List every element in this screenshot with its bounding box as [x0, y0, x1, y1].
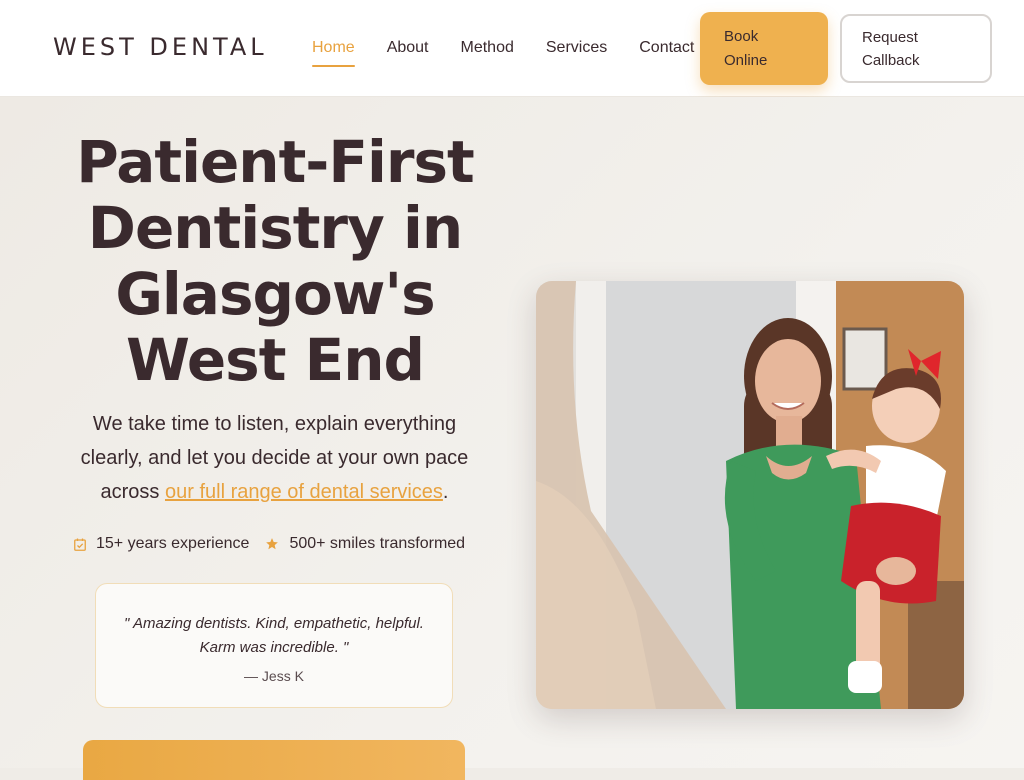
- book-online-button[interactable]: Book Online: [700, 12, 828, 85]
- main-nav: Home About Method Services Contact: [312, 39, 726, 67]
- nav-home[interactable]: Home: [312, 39, 355, 67]
- nav-contact[interactable]: Contact: [639, 39, 694, 67]
- stat-smiles: 500+ smiles transformed: [265, 535, 465, 553]
- hero-title-line: Glasgow's: [115, 260, 435, 328]
- nav-about[interactable]: About: [387, 39, 429, 67]
- hero-title-line: Patient-First: [76, 128, 474, 196]
- site-header: WEST DENTAL Home About Method Services C…: [0, 0, 1024, 97]
- testimonial-card: " Amazing dentists. Kind, empathetic, he…: [95, 583, 453, 708]
- cta-button[interactable]: [83, 740, 465, 780]
- hero-description-end: .: [442, 481, 449, 503]
- mother-and-baby-photo: [536, 281, 964, 709]
- testimonial-quote: " Amazing dentists. Kind, empathetic, he…: [124, 615, 424, 656]
- request-callback-button[interactable]: Request Callback: [840, 14, 992, 83]
- nav-method[interactable]: Method: [461, 39, 514, 67]
- stats-row: 15+ years experience 500+ smiles transfo…: [74, 535, 494, 553]
- hero-title-line: Dentistry in: [87, 194, 463, 262]
- hero-section: Patient-First Dentistry in Glasgow's Wes…: [0, 97, 1024, 780]
- stat-experience: 15+ years experience: [74, 535, 249, 553]
- hero-title-line: West End: [125, 326, 425, 394]
- star-icon: [265, 537, 279, 551]
- hero-title: Patient-First Dentistry in Glasgow's Wes…: [60, 129, 490, 393]
- services-link[interactable]: our full range of dental services: [165, 481, 443, 503]
- testimonial-author: — Jess K: [244, 668, 304, 684]
- hero-description: We take time to listen, explain everythi…: [62, 407, 487, 509]
- stat-experience-label: 15+ years experience: [96, 535, 250, 552]
- logo[interactable]: WEST DENTAL: [53, 33, 268, 61]
- stat-smiles-label: 500+ smiles transformed: [289, 535, 466, 552]
- calendar-check-icon: [74, 538, 86, 551]
- nav-services[interactable]: Services: [546, 39, 607, 67]
